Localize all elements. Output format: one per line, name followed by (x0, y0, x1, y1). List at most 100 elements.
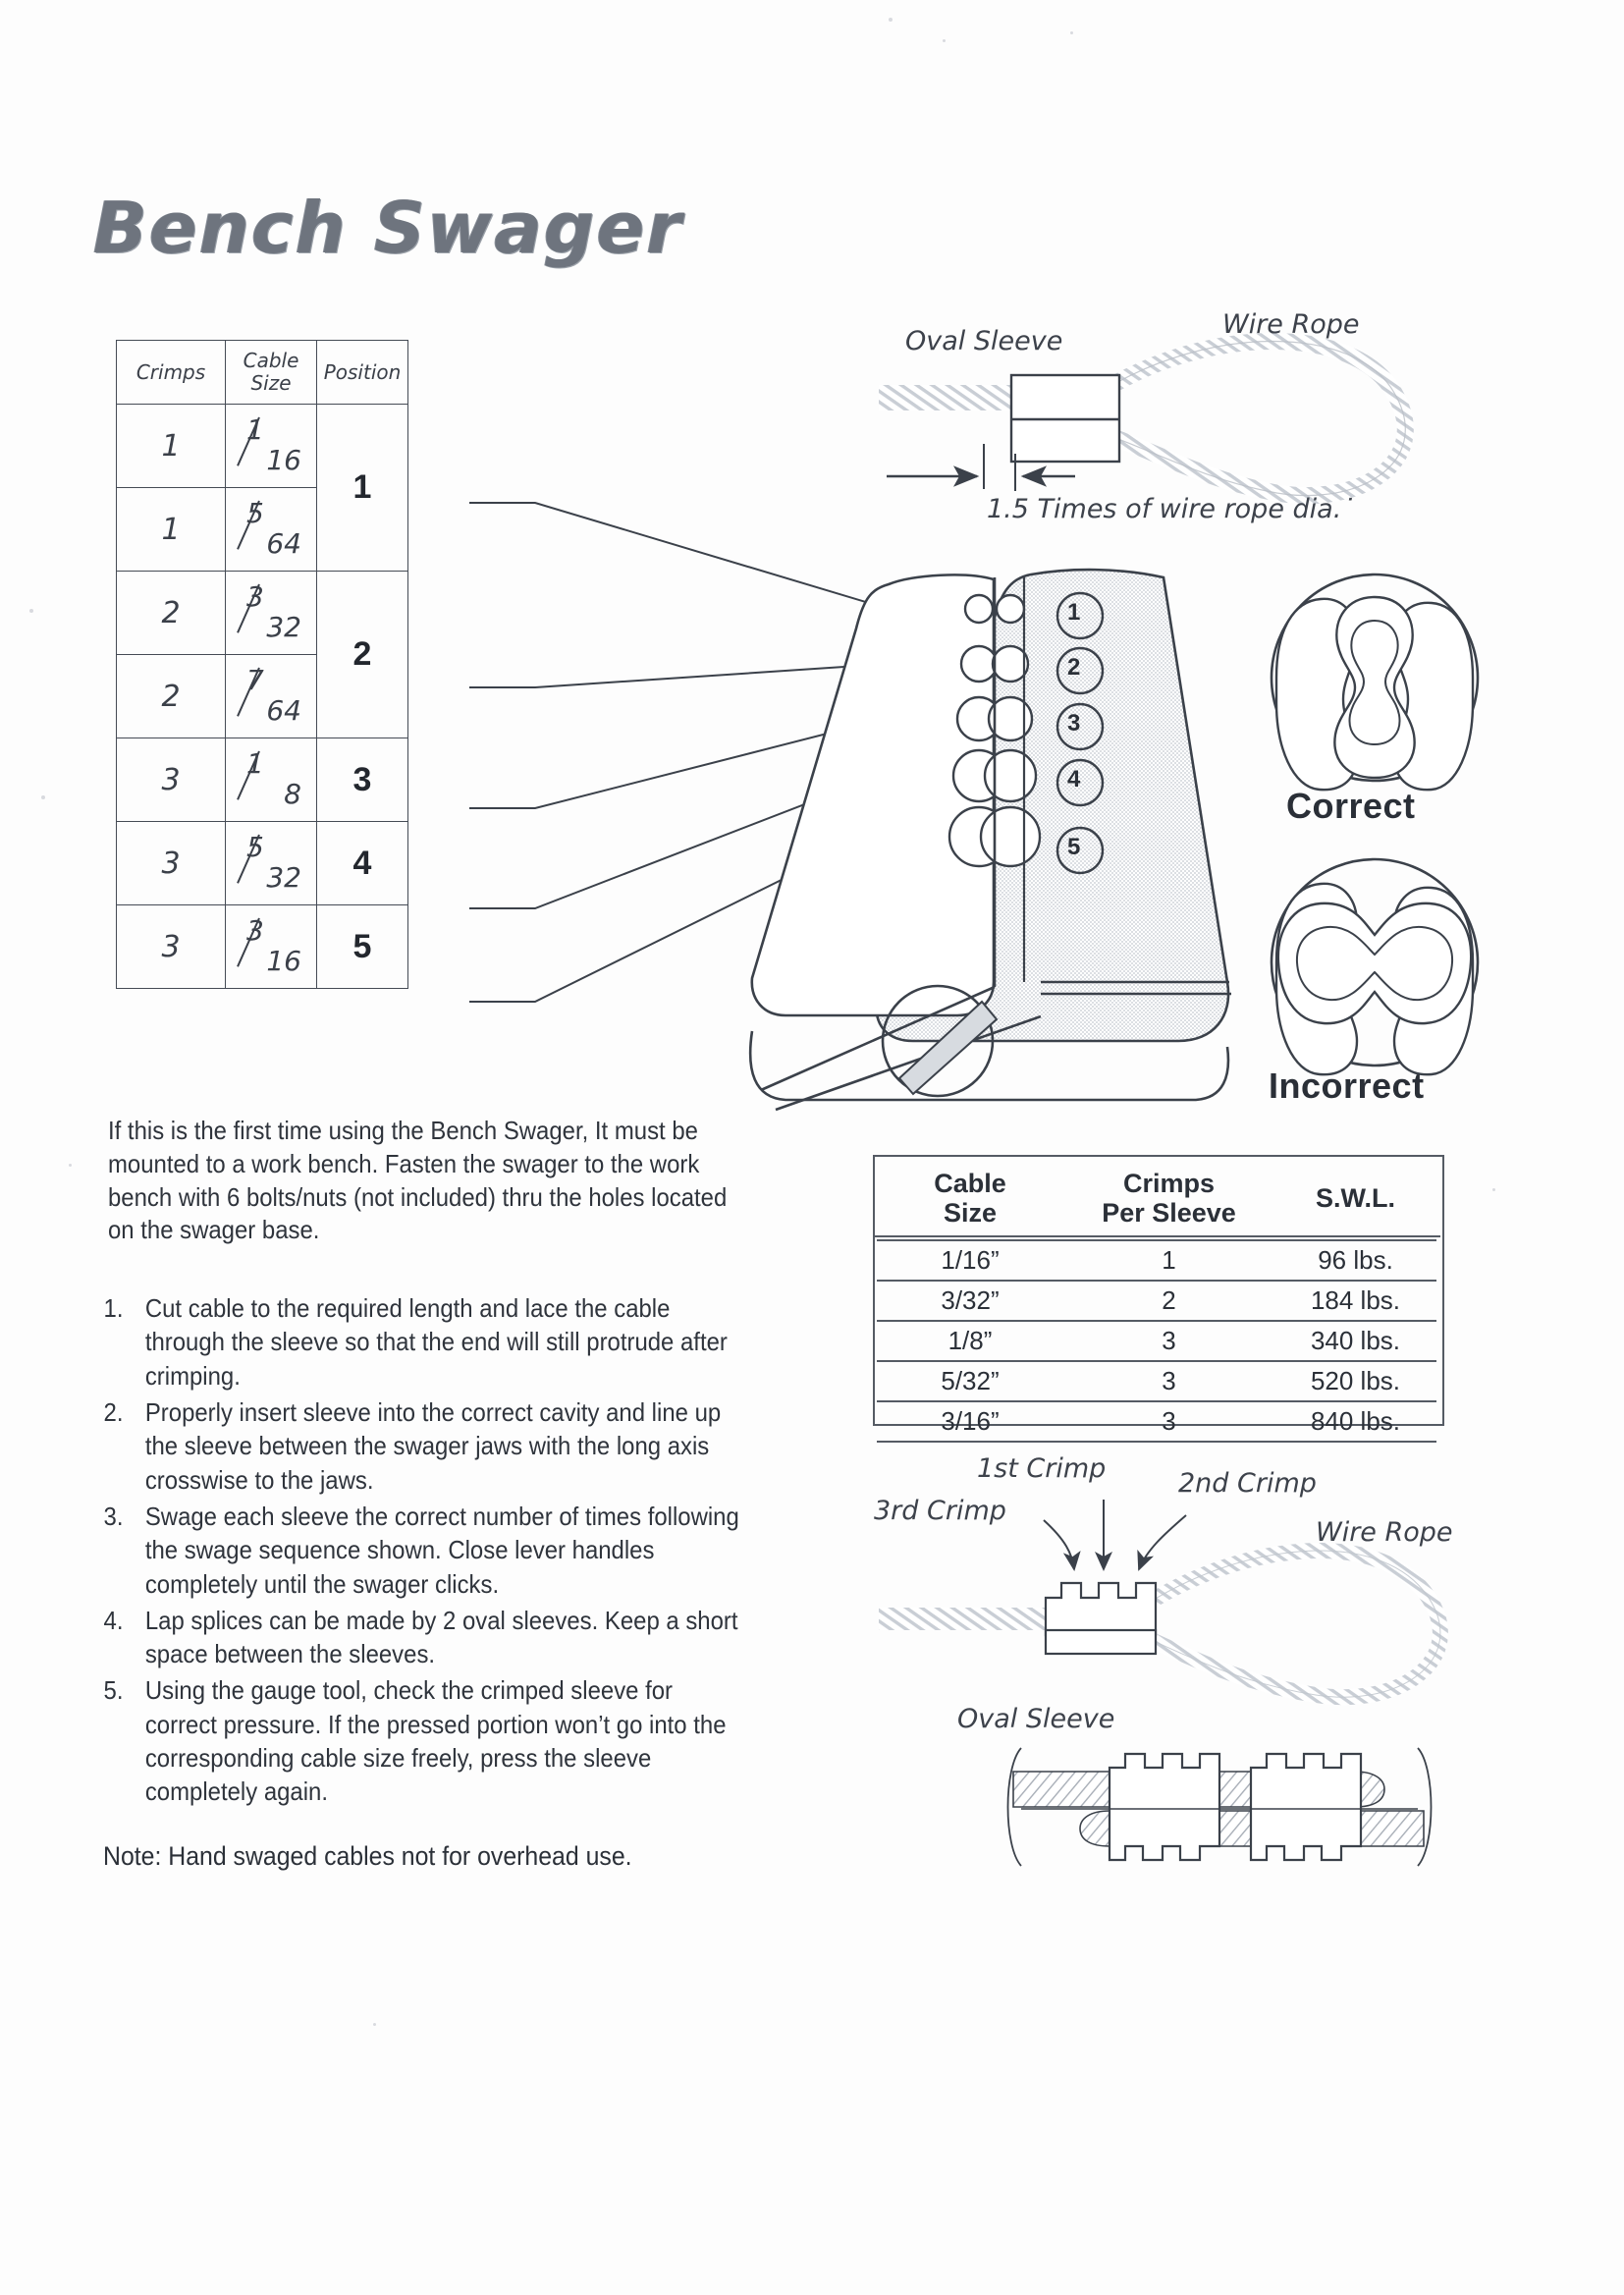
list-item: 3. Swage each sleeve the correct number … (98, 1500, 748, 1601)
list-item-number: 1. (103, 1293, 124, 1323)
list-item-text: Swage each sleeve the correct number of … (144, 1501, 739, 1599)
scan-speck (1070, 31, 1073, 34)
swl-header-cable-line2: Size (943, 1198, 998, 1229)
cavity-number-2: 2 (1067, 654, 1081, 681)
list-item-text: Lap splices can be made by 2 oval sleeve… (144, 1605, 738, 1669)
scan-speck (1492, 1188, 1495, 1191)
cell-position: 4 (316, 821, 408, 905)
fraction: 5 64 (237, 495, 303, 560)
cell-position: 5 (316, 904, 408, 989)
fraction: 7 64 (237, 662, 303, 727)
cavity-number-5: 5 (1067, 834, 1081, 860)
cell-crimps: 3 (116, 821, 226, 905)
page-title: Bench Swager (93, 187, 683, 269)
label-wire-rope-bottom: Wire Rope (1316, 1517, 1453, 1548)
swl-table: Cable Size Crimps Per Sleeve S.W.L. 1/16… (877, 1159, 1436, 1444)
swl-header-crimps-line2: Per Sleeve (1102, 1198, 1236, 1229)
scan-speck (943, 39, 946, 42)
label-oval-sleeve-bottom: Oval Sleeve (957, 1704, 1115, 1734)
cell-position: 1 (316, 404, 408, 572)
cell-crimps: 2 (116, 654, 226, 738)
cell-swl: 184 lbs. (1274, 1280, 1436, 1322)
bench-swager-illustration (748, 568, 1231, 1112)
fraction-denominator: 64 (266, 694, 301, 727)
scan-speck (69, 1164, 72, 1167)
fraction-denominator: 16 (266, 945, 301, 977)
cell-swl: 340 lbs. (1274, 1320, 1436, 1362)
scan-speck (41, 795, 45, 799)
cell-cable-size: 5/32” (877, 1360, 1063, 1402)
fraction-denominator: 16 (266, 444, 301, 476)
cell-cable-size: 3/32” (877, 1280, 1063, 1322)
cell-cable-size: 1 16 (225, 404, 317, 488)
swl-header-swl: S.W.L. (1274, 1159, 1436, 1240)
fraction: 5 32 (237, 829, 303, 894)
cell-swl: 520 lbs. (1274, 1360, 1436, 1402)
leader-lines (469, 502, 890, 1003)
document-page: Bench Swager Crimps Cable Size Position … (0, 0, 1624, 2295)
swl-header-crimps: Crimps Per Sleeve (1063, 1159, 1274, 1240)
label-correct: Correct (1286, 786, 1416, 826)
header-cable-line1: Cable (243, 349, 299, 372)
swl-header-row: Cable Size Crimps Per Sleeve S.W.L. (877, 1159, 1436, 1240)
cavity-number-3: 3 (1067, 710, 1081, 737)
table-row: 3 1 8 3 (116, 738, 408, 822)
cell-crimps: 3 (1063, 1400, 1274, 1444)
list-item-text: Cut cable to the required length and lac… (144, 1293, 728, 1391)
cell-crimps: 2 (1063, 1280, 1274, 1322)
list-item-number: 3. (103, 1501, 124, 1531)
cell-crimps: 3 (1063, 1320, 1274, 1362)
table-row: 1/16” 1 96 lbs. (877, 1239, 1436, 1282)
lap-splice-diagram (1006, 1747, 1433, 1867)
list-item: 2. Properly insert sleeve into the corre… (98, 1395, 748, 1497)
label-oval-sleeve-top: Oval Sleeve (905, 326, 1063, 356)
crimp-position-table: Crimps Cable Size Position 1 1 16 1 1 5 … (116, 340, 408, 989)
correct-orientation-diagram (1270, 573, 1480, 792)
swl-header-crimps-line1: Crimps (1122, 1169, 1216, 1198)
fraction: 1 16 (237, 411, 303, 476)
fraction-denominator: 32 (266, 861, 301, 894)
table-header-row: Crimps Cable Size Position (116, 340, 408, 405)
cavity-number-4: 4 (1067, 766, 1081, 792)
scan-speck (29, 609, 33, 613)
table-row: 5/32” 3 520 lbs. (877, 1360, 1436, 1402)
cavity-number-1: 1 (1067, 599, 1081, 626)
swl-header-swl-line1: S.W.L. (1316, 1183, 1395, 1214)
list-item-text: Properly insert sleeve into the correct … (144, 1396, 722, 1495)
list-item: 5. Using the gauge tool, check the crimp… (98, 1673, 748, 1808)
cell-crimps: 3 (1063, 1360, 1274, 1402)
table-row: 1/8” 3 340 lbs. (877, 1320, 1436, 1362)
fraction-denominator: 8 (284, 778, 301, 810)
cell-crimps: 3 (116, 904, 226, 989)
fraction: 1 8 (237, 745, 303, 810)
label-third-crimp: 3rd Crimp (874, 1496, 1006, 1526)
leader-arrows (889, 598, 950, 838)
list-item-number: 2. (103, 1396, 124, 1427)
table-row: 3 3 16 5 (116, 904, 408, 989)
cell-cable-size: 1/16” (877, 1239, 1063, 1282)
header-crimps: Crimps (116, 340, 226, 405)
label-sleeve-tail-dimension: 1.5 Times of wire rope dia.˙ (987, 494, 1355, 524)
cell-crimps: 1 (1063, 1239, 1274, 1282)
list-item-number: 5. (103, 1675, 124, 1706)
cell-crimps: 3 (116, 738, 226, 822)
cell-cable-size: 7 64 (225, 654, 317, 738)
cell-cable-size: 1/8” (877, 1320, 1063, 1362)
incorrect-orientation-diagram (1270, 857, 1480, 1076)
header-cable-line2: Size (250, 371, 292, 395)
cell-cable-size: 1 8 (225, 738, 317, 822)
fraction-denominator: 32 (266, 611, 301, 643)
table-row: 3/32” 2 184 lbs. (877, 1280, 1436, 1322)
swl-header-cable-size: Cable Size (877, 1159, 1063, 1240)
label-incorrect: Incorrect (1269, 1066, 1425, 1106)
cell-position: 2 (316, 571, 408, 738)
cell-cable-size: 5 32 (225, 821, 317, 905)
table-row: 3 5 32 4 (116, 821, 408, 905)
table-row: 3/16” 3 840 lbs. (877, 1400, 1436, 1444)
cell-cable-size: 3/16” (877, 1400, 1063, 1444)
fraction: 3 16 (237, 912, 303, 977)
scan-speck (373, 2023, 376, 2026)
cell-crimps: 1 (116, 404, 226, 488)
table-row: 1 1 16 1 (116, 404, 408, 572)
fraction-denominator: 64 (266, 527, 301, 560)
